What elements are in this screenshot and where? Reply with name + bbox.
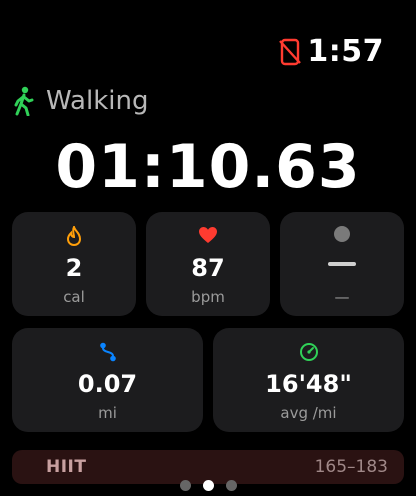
distance-tile[interactable]: 0.07 mi — [12, 328, 203, 432]
calories-tile[interactable]: 2 cal — [12, 212, 136, 316]
heart-icon — [199, 227, 217, 243]
distance-unit: mi — [98, 404, 117, 422]
calories-unit: cal — [63, 288, 85, 306]
distance-value: 0.07 — [77, 370, 138, 398]
empty-metric-tile[interactable]: — — [280, 212, 404, 316]
calories-value: 2 — [65, 254, 83, 282]
workout-type: Walking — [12, 86, 148, 116]
status-bar: 1:57 — [279, 34, 384, 69]
workout-type-label: Walking — [46, 86, 149, 116]
heart-rate-tile[interactable]: 87 bpm — [146, 212, 270, 316]
empty-metric-unit: — — [334, 288, 350, 306]
zone-range: 165–183 — [314, 457, 388, 477]
heart-rate-zone-banner[interactable]: HIIT 165–183 — [12, 450, 404, 484]
pace-gauge-icon — [299, 343, 318, 361]
page-dot[interactable] — [179, 480, 191, 491]
pace-unit: avg /mi — [280, 404, 337, 422]
page-dot[interactable] — [225, 480, 237, 491]
zone-name: HIIT — [46, 457, 87, 477]
dot-icon — [334, 226, 350, 242]
page-indicator[interactable] — [0, 480, 416, 491]
page-dot-active[interactable] — [202, 480, 214, 491]
walking-figure-icon — [14, 86, 34, 116]
flame-icon — [66, 226, 82, 246]
empty-value-dash — [328, 262, 356, 266]
pace-tile[interactable]: 16'48" avg /mi — [213, 328, 404, 432]
clock-time: 1:57 — [307, 34, 384, 69]
heart-rate-value: 87 — [191, 254, 225, 282]
pace-value: 16'48" — [265, 370, 352, 398]
elapsed-time: 01:10.63 — [55, 132, 361, 202]
heart-rate-unit: bpm — [191, 288, 225, 306]
phone-disconnected-icon — [279, 38, 302, 65]
route-icon — [99, 342, 116, 362]
